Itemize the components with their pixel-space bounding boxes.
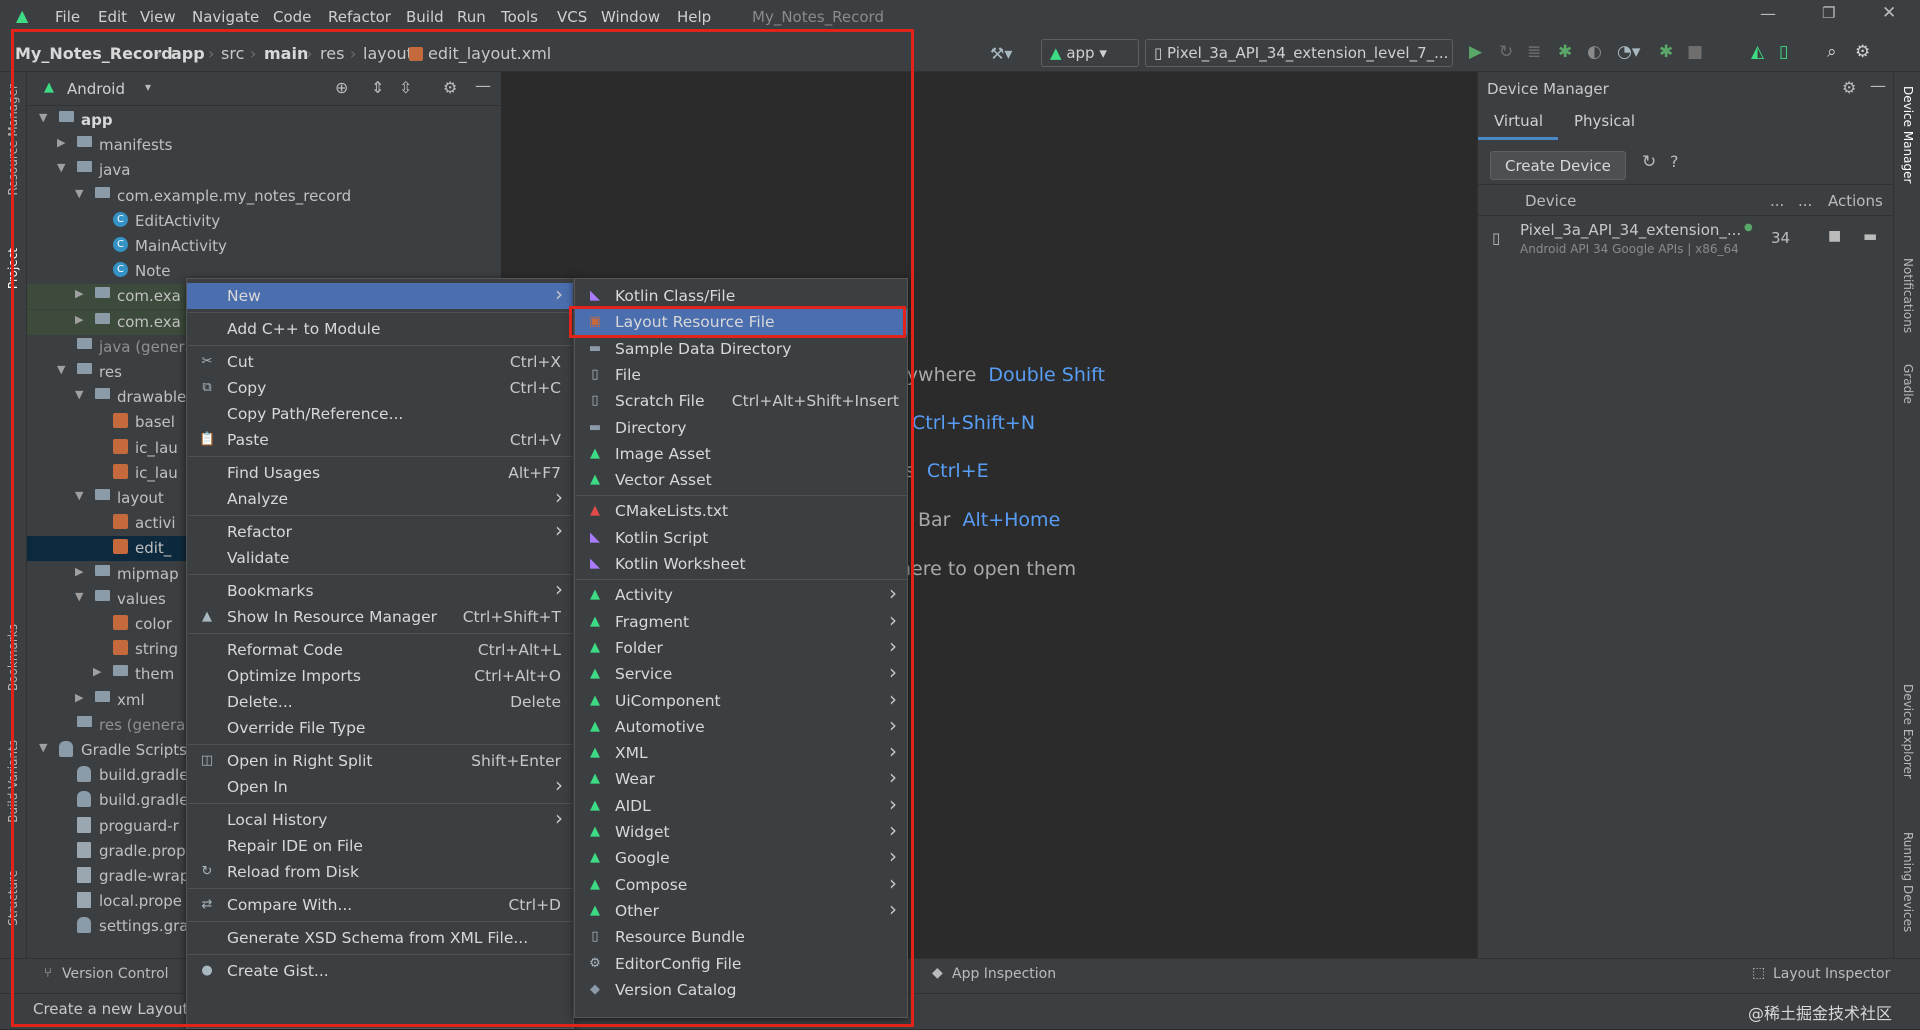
menu-item-file[interactable]: File bbox=[55, 8, 80, 26]
device-manager-title: Device Manager bbox=[1487, 80, 1609, 98]
stop-icon[interactable]: ■ bbox=[1828, 228, 1841, 244]
menu-item-navigate[interactable]: Navigate bbox=[192, 8, 259, 26]
device-explorer-tab[interactable]: Device Explorer bbox=[1901, 684, 1915, 779]
hint-text: here to open them bbox=[899, 558, 1077, 580]
menu-item-refactor[interactable]: Refactor bbox=[328, 8, 391, 26]
tab-physical-label: Physical bbox=[1574, 112, 1636, 130]
attach-debugger-icon[interactable]: ✱ bbox=[1659, 42, 1673, 62]
minimize-icon[interactable]: — bbox=[1760, 4, 1776, 23]
hide-panel-icon[interactable]: — bbox=[1870, 76, 1886, 95]
editor-hint: s Ctrl+E bbox=[905, 460, 989, 482]
gear-icon[interactable]: ⚙ bbox=[1842, 78, 1856, 97]
create-device-label: Create Device bbox=[1505, 157, 1611, 175]
refresh-icon[interactable]: ↻ bbox=[1642, 152, 1656, 172]
restore-icon[interactable]: ❐ bbox=[1822, 4, 1835, 22]
android-icon: ▲ bbox=[1050, 44, 1062, 62]
device-api: 34 bbox=[1771, 229, 1791, 247]
rerun-icon[interactable]: ↻ bbox=[1499, 42, 1513, 62]
tab-physical[interactable]: Physical bbox=[1562, 104, 1652, 140]
device-manager-icon[interactable]: ▯ bbox=[1779, 42, 1788, 62]
tab-virtual[interactable]: Virtual bbox=[1478, 104, 1558, 140]
column-type[interactable]: ... bbox=[1798, 192, 1812, 210]
device-icon: ▯ bbox=[1154, 44, 1163, 62]
menu-item-tools[interactable]: Tools bbox=[501, 8, 538, 26]
hammer-icon[interactable]: ⚒▾ bbox=[990, 44, 1012, 63]
column-api[interactable]: ... bbox=[1770, 192, 1784, 210]
highlight-box-layout-resource bbox=[569, 306, 906, 338]
device-table-header: Device ... ... Actions bbox=[1478, 184, 1893, 216]
gradle-tab[interactable]: Gradle bbox=[1901, 364, 1915, 404]
device-select[interactable]: ▯ Pixel_3a_API_34_extension_level_7_... bbox=[1145, 39, 1453, 67]
window-controls: — ❐ ✕ bbox=[1740, 3, 1920, 30]
device-manager-panel: Device Manager ⚙ — Virtual Physical Crea… bbox=[1477, 72, 1893, 958]
close-icon[interactable]: ✕ bbox=[1882, 3, 1896, 23]
column-actions[interactable]: Actions bbox=[1828, 192, 1883, 210]
editor-hint: Bar Alt+Home bbox=[918, 509, 1060, 531]
app-inspection-icon: ◆ bbox=[932, 965, 943, 981]
menu-item-edit[interactable]: Edit bbox=[98, 8, 127, 26]
create-device-button[interactable]: Create Device bbox=[1490, 151, 1626, 180]
editor-hint: rywhere Double Shift bbox=[899, 364, 1105, 386]
column-device[interactable]: Device bbox=[1525, 192, 1576, 210]
device-mirror-icon[interactable]: ◭ bbox=[1751, 42, 1764, 62]
app-inspection-tab[interactable]: App Inspection bbox=[952, 966, 1056, 982]
menu-item-code[interactable]: Code bbox=[273, 8, 311, 26]
hint-shortcut: Ctrl+E bbox=[926, 460, 989, 482]
menu-item-help[interactable]: Help bbox=[677, 8, 711, 26]
run-toolbar-icons: ▶ ↻ ≣ ✱ ◐ ◔▾ ✱ ■ ◭ ▯ ⌕ ⚙ bbox=[1465, 42, 1885, 66]
run-config-select[interactable]: ▲ app ▾ bbox=[1041, 39, 1139, 67]
device-subtitle: Android API 34 Google APIs | x86_64 bbox=[1520, 242, 1739, 256]
notifications-tab[interactable]: Notifications bbox=[1901, 258, 1915, 333]
run-icon[interactable]: ▶ bbox=[1469, 42, 1482, 62]
phone-icon: ▯ bbox=[1492, 229, 1501, 247]
menu-item-view[interactable]: View bbox=[140, 8, 176, 26]
folder-icon[interactable]: ▬ bbox=[1863, 227, 1877, 245]
online-indicator-icon: ● bbox=[1744, 222, 1753, 233]
watermark: @稀土掘金技术社区 bbox=[1748, 1004, 1893, 1023]
help-icon[interactable]: ? bbox=[1670, 152, 1679, 171]
layout-inspector-icon: ⬚ bbox=[1752, 965, 1766, 981]
device-name: Pixel_3a_API_34_extension_... bbox=[1520, 221, 1742, 239]
settings-icon[interactable]: ⚙ bbox=[1855, 42, 1870, 62]
tab-virtual-label: Virtual bbox=[1494, 112, 1544, 130]
hint-text: Bar bbox=[918, 509, 951, 531]
hint-shortcut: Ctrl+Shift+N bbox=[912, 412, 1036, 434]
menu-item-window[interactable]: Window bbox=[601, 8, 660, 26]
menu-item-run[interactable]: Run bbox=[457, 8, 486, 26]
highlight-box-main bbox=[11, 29, 914, 1027]
device-manager-tab[interactable]: Device Manager bbox=[1901, 86, 1915, 183]
running-devices-tab[interactable]: Running Devices bbox=[1901, 832, 1915, 932]
hint-shortcut: Double Shift bbox=[988, 364, 1105, 386]
coverage-icon[interactable]: ◔▾ bbox=[1617, 42, 1640, 62]
profile-icon[interactable]: ◐ bbox=[1587, 42, 1602, 62]
android-studio-icon: ▲ bbox=[16, 6, 29, 25]
menu-item-build[interactable]: Build bbox=[406, 8, 444, 26]
menu-item-vcs[interactable]: VCS bbox=[557, 8, 587, 26]
editor-hint: here to open them bbox=[899, 558, 1076, 580]
device-select-label: Pixel_3a_API_34_extension_level_7_... bbox=[1167, 44, 1449, 62]
apply-changes-icon[interactable]: ≣ bbox=[1527, 42, 1541, 62]
device-row[interactable]: ▯ Pixel_3a_API_34_extension_... ● Androi… bbox=[1478, 218, 1893, 262]
editor-hint: Ctrl+Shift+N bbox=[912, 412, 1035, 434]
chevron-down-icon: ▾ bbox=[1099, 44, 1107, 62]
layout-inspector-tab[interactable]: Layout Inspector bbox=[1773, 966, 1890, 982]
hint-shortcut: Alt+Home bbox=[962, 509, 1061, 531]
project-title: My_Notes_Record bbox=[752, 8, 884, 26]
debug-icon[interactable]: ✱ bbox=[1558, 42, 1572, 62]
run-config-label: app bbox=[1066, 44, 1095, 62]
right-tool-strip: Device Manager Notifications Gradle Devi… bbox=[1893, 72, 1920, 958]
stop-icon[interactable]: ■ bbox=[1687, 42, 1703, 62]
search-icon[interactable]: ⌕ bbox=[1827, 42, 1837, 62]
